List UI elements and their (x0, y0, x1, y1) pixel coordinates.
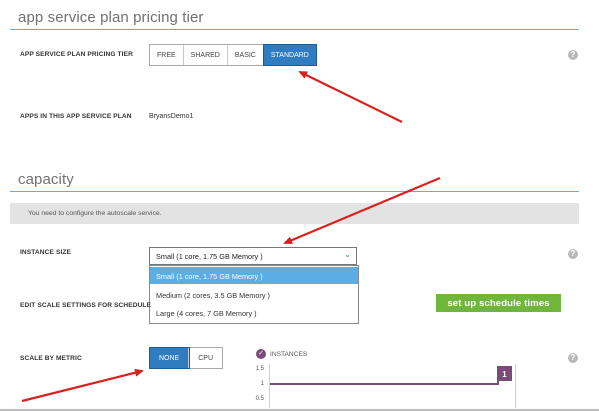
arrow-to-standard-tier (298, 71, 403, 123)
arrow-to-instance-size (283, 176, 441, 245)
arrow-to-scale-metric (21, 368, 144, 403)
annotation-arrows (21, 71, 441, 403)
